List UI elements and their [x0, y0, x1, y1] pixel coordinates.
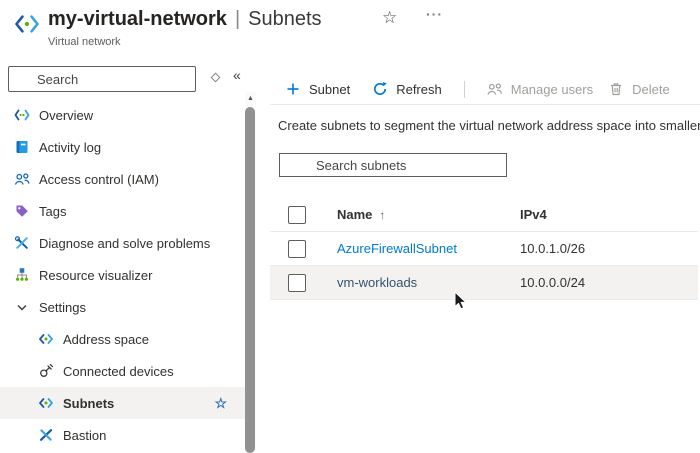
sidebar-item-label: Access control (IAM)	[39, 172, 159, 187]
sidebar-item-label: Connected devices	[63, 364, 174, 379]
delete-button[interactable]: Delete	[608, 81, 670, 97]
sidebar-item-label: Diagnose and solve problems	[39, 236, 210, 251]
resource-visualizer-icon	[14, 267, 30, 283]
manage-users-button[interactable]: Manage users	[486, 81, 593, 97]
blade-description: Create subnets to segment the virtual ne…	[278, 118, 700, 133]
sidebar-item-label: Activity log	[39, 140, 101, 155]
button-label: Manage users	[511, 82, 593, 97]
table-row[interactable]: vm-workloads 10.0.0.0/24	[270, 266, 698, 300]
access-control-icon	[14, 171, 30, 187]
sidebar-item-label: Settings	[39, 300, 86, 315]
activity-log-icon	[14, 139, 30, 155]
virtual-network-icon	[13, 13, 41, 35]
tag-icon	[14, 203, 30, 219]
sidebar-item-tags[interactable]: Tags	[0, 195, 245, 227]
resource-name: my-virtual-network	[48, 8, 227, 31]
sidebar-item-resource-visualizer[interactable]: Resource visualizer	[0, 259, 245, 291]
subnets-page: my-virtual-network | Subnets ☆ ··· Virtu…	[0, 0, 700, 453]
sidebar-item-label: Address space	[63, 332, 149, 347]
title-separator: |	[235, 8, 240, 31]
sidebar-item-address-space[interactable]: Address space	[0, 323, 245, 355]
sidebar-scrollbar-thumb[interactable]	[245, 107, 255, 453]
trash-icon	[608, 81, 624, 97]
people-icon	[486, 81, 503, 97]
sidebar-item-label: Bastion	[63, 428, 106, 443]
toolbar-separator	[464, 81, 465, 98]
column-label: IPv4	[520, 207, 547, 222]
command-bar: Subnet Refresh Manage users	[270, 77, 670, 101]
plus-icon	[285, 81, 301, 97]
column-label: Name	[337, 207, 372, 222]
favorite-star-icon[interactable]: ☆	[382, 9, 397, 26]
sidebar-item-diagnose[interactable]: Diagnose and solve problems	[0, 227, 245, 259]
toolbar-divider	[270, 104, 700, 105]
sidebar-item-label: Resource visualizer	[39, 268, 152, 283]
blade-name: Subnets	[248, 8, 321, 31]
connected-devices-icon	[38, 363, 54, 379]
sidebar-item-activity-log[interactable]: Activity log	[0, 131, 245, 163]
address-space-icon	[38, 331, 54, 347]
column-header-name[interactable]: Name ↑	[337, 207, 520, 222]
overview-icon	[14, 107, 30, 123]
row-checkbox[interactable]	[288, 274, 306, 292]
sidebar-search-input[interactable]	[8, 66, 196, 92]
column-header-ipv4[interactable]: IPv4	[520, 207, 547, 222]
bastion-icon	[38, 427, 54, 443]
sidebar-item-subnets[interactable]: Subnets ☆	[0, 387, 245, 419]
add-subnet-button[interactable]: Subnet	[285, 81, 350, 97]
scroll-up-icon[interactable]: ▲	[245, 95, 256, 102]
search-subnets-input[interactable]	[279, 153, 507, 177]
diagnose-icon	[14, 235, 30, 251]
sort-ascending-icon: ↑	[379, 208, 385, 222]
page-title: my-virtual-network | Subnets	[48, 8, 322, 31]
sidebar-item-bastion[interactable]: Bastion	[0, 419, 245, 451]
subnet-name-link[interactable]: AzureFirewallSubnet	[337, 241, 457, 256]
sidebar-group-settings[interactable]: Settings	[0, 291, 245, 323]
menu-toggle-icon[interactable]	[211, 73, 221, 83]
resource-type-label: Virtual network	[48, 36, 121, 48]
favorite-star-icon[interactable]: ☆	[214, 396, 227, 410]
sidebar-item-overview[interactable]: Overview	[0, 99, 245, 131]
button-label: Refresh	[396, 82, 442, 97]
collapse-sidebar-icon[interactable]: «	[233, 67, 241, 83]
sidebar-menu: Overview Activity log Access control (IA…	[0, 99, 245, 451]
subnet-ipv4: 10.0.1.0/26	[520, 241, 585, 256]
row-checkbox[interactable]	[288, 240, 306, 258]
chevron-down-icon	[14, 299, 30, 315]
subnet-name-link[interactable]: vm-workloads	[337, 275, 417, 290]
sidebar-item-label: Overview	[39, 108, 93, 123]
select-all-checkbox[interactable]	[288, 206, 306, 224]
subnet-icon	[38, 395, 54, 411]
sidebar-item-access-control[interactable]: Access control (IAM)	[0, 163, 245, 195]
table-row[interactable]: AzureFirewallSubnet 10.0.1.0/26	[270, 232, 698, 266]
refresh-button[interactable]: Refresh	[372, 81, 442, 97]
sidebar-item-label: Subnets	[63, 396, 114, 411]
button-label: Delete	[632, 82, 670, 97]
subnet-ipv4: 10.0.0.0/24	[520, 275, 585, 290]
subnets-table: Name ↑ IPv4 AzureFirewallSubnet 10.0.1.0…	[270, 198, 698, 300]
refresh-icon	[372, 81, 388, 97]
table-header-row: Name ↑ IPv4	[270, 198, 698, 232]
sidebar-item-connected-devices[interactable]: Connected devices	[0, 355, 245, 387]
button-label: Subnet	[309, 82, 350, 97]
sidebar-item-label: Tags	[39, 204, 66, 219]
more-menu-icon[interactable]: ···	[426, 6, 443, 22]
